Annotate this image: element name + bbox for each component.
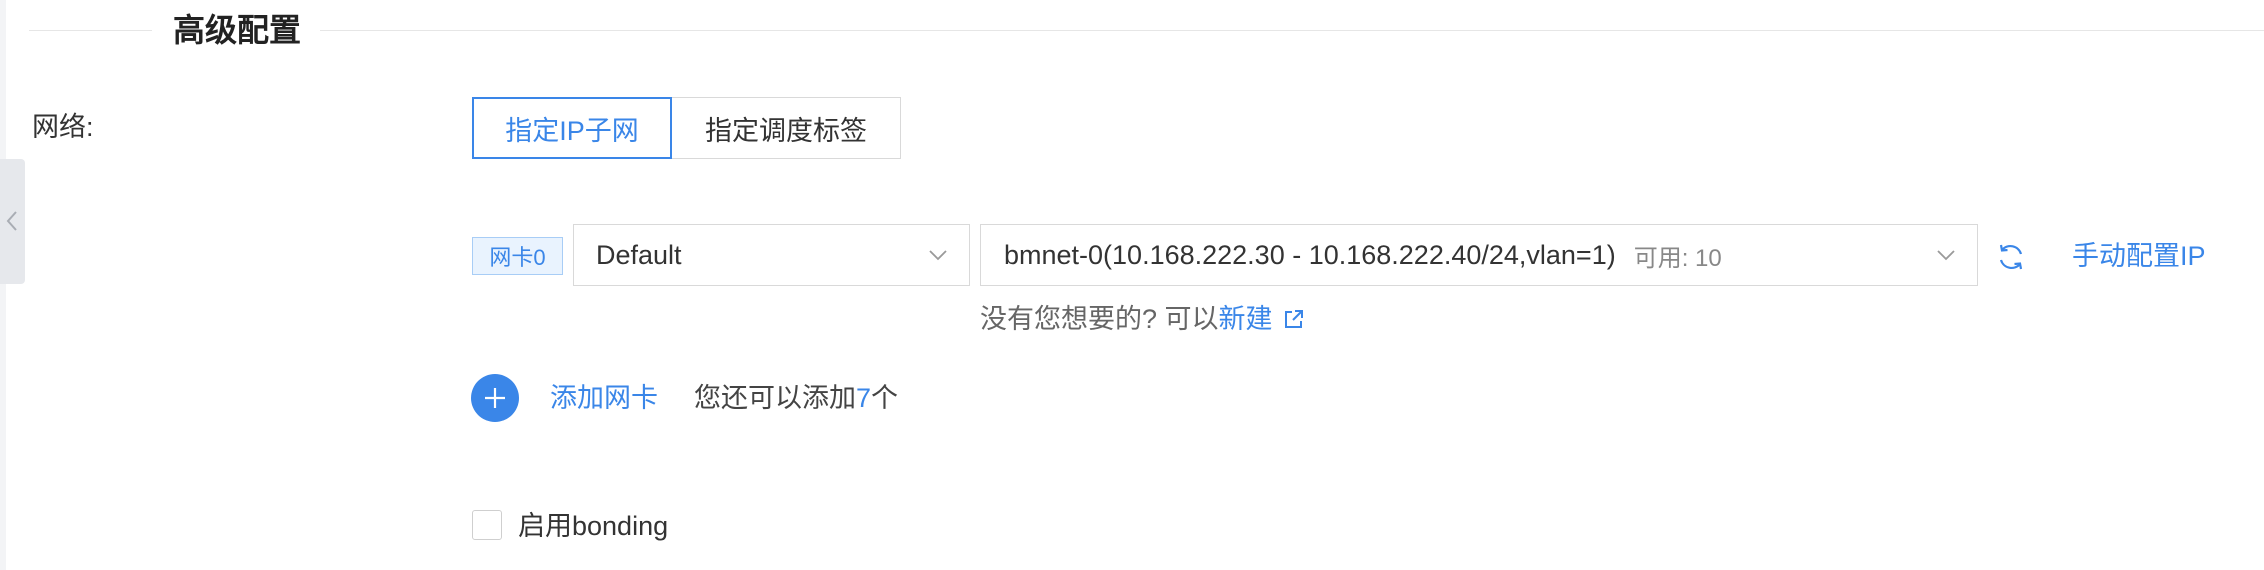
bonding-label[interactable]: 启用bonding bbox=[518, 506, 668, 546]
network-mode-segmented: 指定IP子网 指定调度标签 bbox=[472, 97, 901, 159]
chevron-left-icon bbox=[6, 211, 17, 231]
plus-icon bbox=[485, 388, 505, 408]
chevron-down-icon bbox=[1937, 250, 1955, 261]
nic-type-value: Default bbox=[596, 239, 682, 270]
sidebar-collapse-tab[interactable] bbox=[0, 159, 25, 284]
hint-text: 没有您想要的? 可以 bbox=[980, 304, 1219, 334]
section-divider-left bbox=[29, 30, 152, 31]
chevron-down-icon bbox=[929, 250, 947, 261]
create-subnet-hint: 没有您想要的? 可以 新建 bbox=[980, 300, 1305, 338]
remaining-prefix: 您还可以添加 bbox=[694, 383, 856, 413]
add-nic-button[interactable] bbox=[471, 374, 519, 422]
network-label: 网络: bbox=[32, 112, 94, 142]
sidebar-edge bbox=[0, 0, 6, 570]
refresh-icon[interactable] bbox=[1996, 242, 2026, 272]
nic-type-select[interactable]: Default bbox=[573, 224, 970, 286]
subnet-select[interactable]: bmnet-0(10.168.222.30 - 10.168.222.40/24… bbox=[980, 224, 1978, 286]
subnet-available-count: 可用: 10 bbox=[1633, 244, 1722, 272]
manual-ip-link[interactable]: 手动配置IP bbox=[2072, 237, 2206, 275]
mode-schedule-tag-button[interactable]: 指定调度标签 bbox=[672, 97, 901, 159]
external-link-icon[interactable] bbox=[1283, 308, 1305, 330]
mode-ip-subnet-button[interactable]: 指定IP子网 bbox=[472, 97, 672, 159]
section-divider-right bbox=[320, 30, 2264, 31]
subnet-value: bmnet-0(10.168.222.30 - 10.168.222.40/24… bbox=[1004, 239, 1616, 270]
section-title: 高级配置 bbox=[173, 12, 302, 48]
remaining-suffix: 个 bbox=[871, 383, 899, 413]
bonding-checkbox[interactable] bbox=[472, 510, 502, 540]
remaining-nic-text: 您还可以添加7个 bbox=[694, 378, 898, 418]
add-nic-label[interactable]: 添加网卡 bbox=[550, 378, 658, 418]
nic-tag: 网卡0 bbox=[472, 237, 563, 275]
remaining-count: 7 bbox=[856, 383, 872, 413]
create-subnet-link[interactable]: 新建 bbox=[1219, 300, 1273, 338]
